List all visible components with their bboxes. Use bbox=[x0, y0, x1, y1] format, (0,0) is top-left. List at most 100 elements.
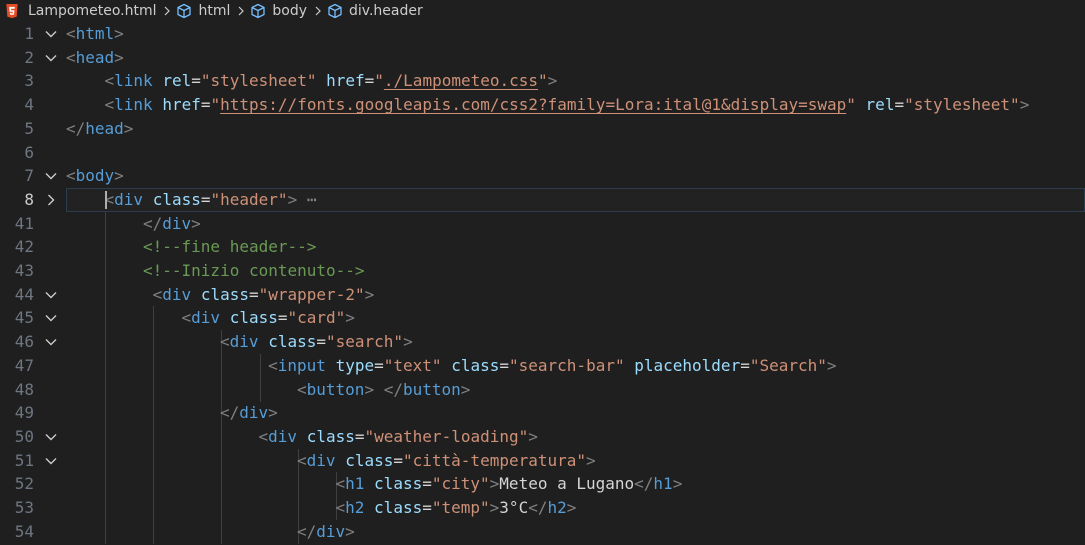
code-token-str: "search-bar" bbox=[509, 355, 625, 375]
code-token-br: < bbox=[181, 308, 192, 328]
code-area[interactable]: <!--fine header--> bbox=[66, 235, 1085, 260]
code-area[interactable]: <body> bbox=[66, 164, 1085, 188]
html5-icon bbox=[6, 3, 18, 18]
code-text: </div> bbox=[220, 401, 278, 425]
code-token-ellip[interactable]: ⋯ bbox=[297, 190, 317, 209]
chevron-down-icon[interactable] bbox=[44, 311, 58, 325]
breadcrumb-item-html[interactable]: html bbox=[176, 0, 230, 22]
indent-guide bbox=[105, 306, 106, 331]
code-area[interactable]: </head> bbox=[66, 117, 1085, 141]
code-area[interactable]: <!--Inizio contenuto--> bbox=[66, 259, 1085, 283]
line-number: 4 bbox=[24, 95, 34, 115]
code-line[interactable]: 51 <div class="città-temperatura"> bbox=[0, 448, 1085, 473]
code-line[interactable]: 8 <div class="header"> ⋯ bbox=[0, 187, 1085, 212]
code-line[interactable]: 53 <h2 class="temp">3°C</h2> bbox=[0, 496, 1085, 520]
code-editor[interactable]: 1 <html> 2 <head> 3 <link rel="stylesheet" hr… bbox=[0, 22, 1085, 545]
code-text: <body> bbox=[66, 164, 124, 188]
code-line[interactable]: 52 <h1 class="city">Meteo a Lugano</h1> bbox=[0, 472, 1085, 497]
line-number: 54 bbox=[14, 521, 34, 541]
code-text: <head> bbox=[66, 46, 124, 70]
code-area[interactable]: <html> bbox=[66, 22, 1085, 46]
code-token-attr: href bbox=[162, 95, 201, 115]
code-area[interactable]: </div> bbox=[66, 401, 1085, 426]
chevron-down-icon[interactable] bbox=[44, 454, 58, 468]
breadcrumb-item-div-header[interactable]: div.header bbox=[327, 0, 423, 22]
line-number: 1 bbox=[24, 24, 34, 43]
code-area[interactable]: <div class="header"> ⋯ bbox=[66, 187, 1085, 212]
chevron-right-icon[interactable] bbox=[44, 193, 58, 207]
breadcrumb-file[interactable]: Lampometeo.html bbox=[5, 0, 156, 22]
code-area[interactable]: <link rel="stylesheet" href="./Lampomete… bbox=[66, 69, 1085, 93]
code-line[interactable]: 48 <button> </button> bbox=[0, 377, 1085, 402]
chevron-down-icon[interactable] bbox=[44, 288, 58, 302]
code-line[interactable]: 41 </div> bbox=[0, 211, 1085, 236]
code-line[interactable]: 44 <div class="wrapper-2"> bbox=[0, 282, 1085, 307]
code-line[interactable]: 3 <link rel="stylesheet" href="./Lampomet… bbox=[0, 69, 1085, 93]
code-area[interactable]: <div class="search"> bbox=[66, 330, 1085, 355]
indent-guide bbox=[153, 330, 154, 355]
chevron-down-icon[interactable] bbox=[44, 430, 58, 444]
code-text: <h1 class="city">Meteo a Lugano</h1> bbox=[336, 472, 683, 496]
code-line[interactable]: 46 <div class="search"> bbox=[0, 330, 1085, 355]
code-line[interactable]: 2 <head> bbox=[0, 46, 1085, 70]
code-area[interactable]: <link href = "https://fonts.googleapis.com… bbox=[66, 93, 1085, 117]
code-token-br: < bbox=[268, 355, 278, 375]
code-line[interactable]: 49 </div> bbox=[0, 401, 1085, 426]
code-area[interactable] bbox=[66, 141, 1085, 165]
indent-guide bbox=[105, 424, 106, 449]
chevron-down-icon[interactable] bbox=[44, 335, 58, 349]
code-area[interactable]: <div class="card"> bbox=[66, 306, 1085, 331]
code-area[interactable]: <input type="text" class="search-bar" pl… bbox=[66, 353, 1085, 378]
code-area[interactable]: <h2 class="temp">3°C</h2> bbox=[66, 496, 1085, 520]
code-text: <html> bbox=[66, 22, 124, 46]
code-line[interactable]: 47 <input type="text" class="search-bar" … bbox=[0, 353, 1085, 378]
code-line[interactable]: 5 </head> bbox=[0, 117, 1085, 141]
code-line[interactable]: 6 bbox=[0, 141, 1085, 165]
code-token-attr: type bbox=[335, 355, 375, 375]
code-text: <link rel="stylesheet" href="./Lampomete… bbox=[105, 69, 558, 93]
code-line[interactable]: 1 <html> bbox=[0, 22, 1085, 46]
code-text: <div class="weather-loading"> bbox=[259, 425, 538, 449]
line-number: 53 bbox=[14, 498, 34, 517]
code-token-br: < bbox=[297, 379, 307, 399]
breadcrumb-item-body[interactable]: body bbox=[250, 0, 307, 22]
code-area[interactable]: <div class="wrapper-2"> bbox=[66, 282, 1085, 307]
line-number: 51 bbox=[14, 450, 34, 470]
code-area[interactable]: <div class="città-temperatura"> bbox=[66, 448, 1085, 473]
line-number: 7 bbox=[24, 166, 34, 186]
code-area[interactable]: <button> </button> bbox=[66, 377, 1085, 402]
chevron-down-icon[interactable] bbox=[44, 169, 58, 183]
line-number: 45 bbox=[14, 308, 34, 328]
code-token-link[interactable]: ./Lampometeo.css bbox=[384, 71, 538, 90]
code-token-attr: class bbox=[306, 426, 355, 446]
code-token-link[interactable]: https://fonts.googleapis.com/css2?family… bbox=[220, 95, 846, 114]
code-line[interactable]: 45 <div class="card"> bbox=[0, 306, 1085, 331]
code-line[interactable]: 54 </div> bbox=[0, 519, 1085, 544]
code-token-br: < bbox=[66, 166, 76, 186]
code-line[interactable]: 42 <!--fine header--> bbox=[0, 235, 1085, 260]
code-line[interactable]: 4 <link href = "https://fonts.googleapis.co… bbox=[0, 93, 1085, 117]
code-token-br: > bbox=[672, 474, 683, 494]
code-token-br: > bbox=[586, 450, 596, 470]
code-token-str: " bbox=[210, 95, 221, 115]
indent-guide bbox=[221, 353, 222, 378]
chevron-down-icon[interactable] bbox=[44, 27, 58, 41]
code-area[interactable]: <h1 class="city">Meteo a Lugano</h1> bbox=[66, 472, 1085, 497]
indent-guide bbox=[105, 377, 106, 402]
line-number: 47 bbox=[14, 355, 34, 375]
code-line[interactable]: 43 <!--Inizio contenuto--> bbox=[0, 259, 1085, 283]
code-area[interactable]: <head> bbox=[66, 46, 1085, 70]
code-token-str: "Search" bbox=[749, 355, 827, 375]
chevron-down-icon[interactable] bbox=[44, 51, 58, 65]
code-token-br: < bbox=[258, 426, 269, 446]
code-area[interactable]: </div> bbox=[66, 519, 1085, 544]
code-token-br: > bbox=[364, 284, 375, 304]
indent-guide bbox=[105, 496, 106, 520]
code-line[interactable]: 7 <body> bbox=[0, 164, 1085, 188]
code-area[interactable]: <div class="weather-loading"> bbox=[66, 424, 1085, 449]
code-area[interactable]: </div> bbox=[66, 211, 1085, 236]
code-line[interactable]: 50 <div class="weather-loading"> bbox=[0, 424, 1085, 449]
